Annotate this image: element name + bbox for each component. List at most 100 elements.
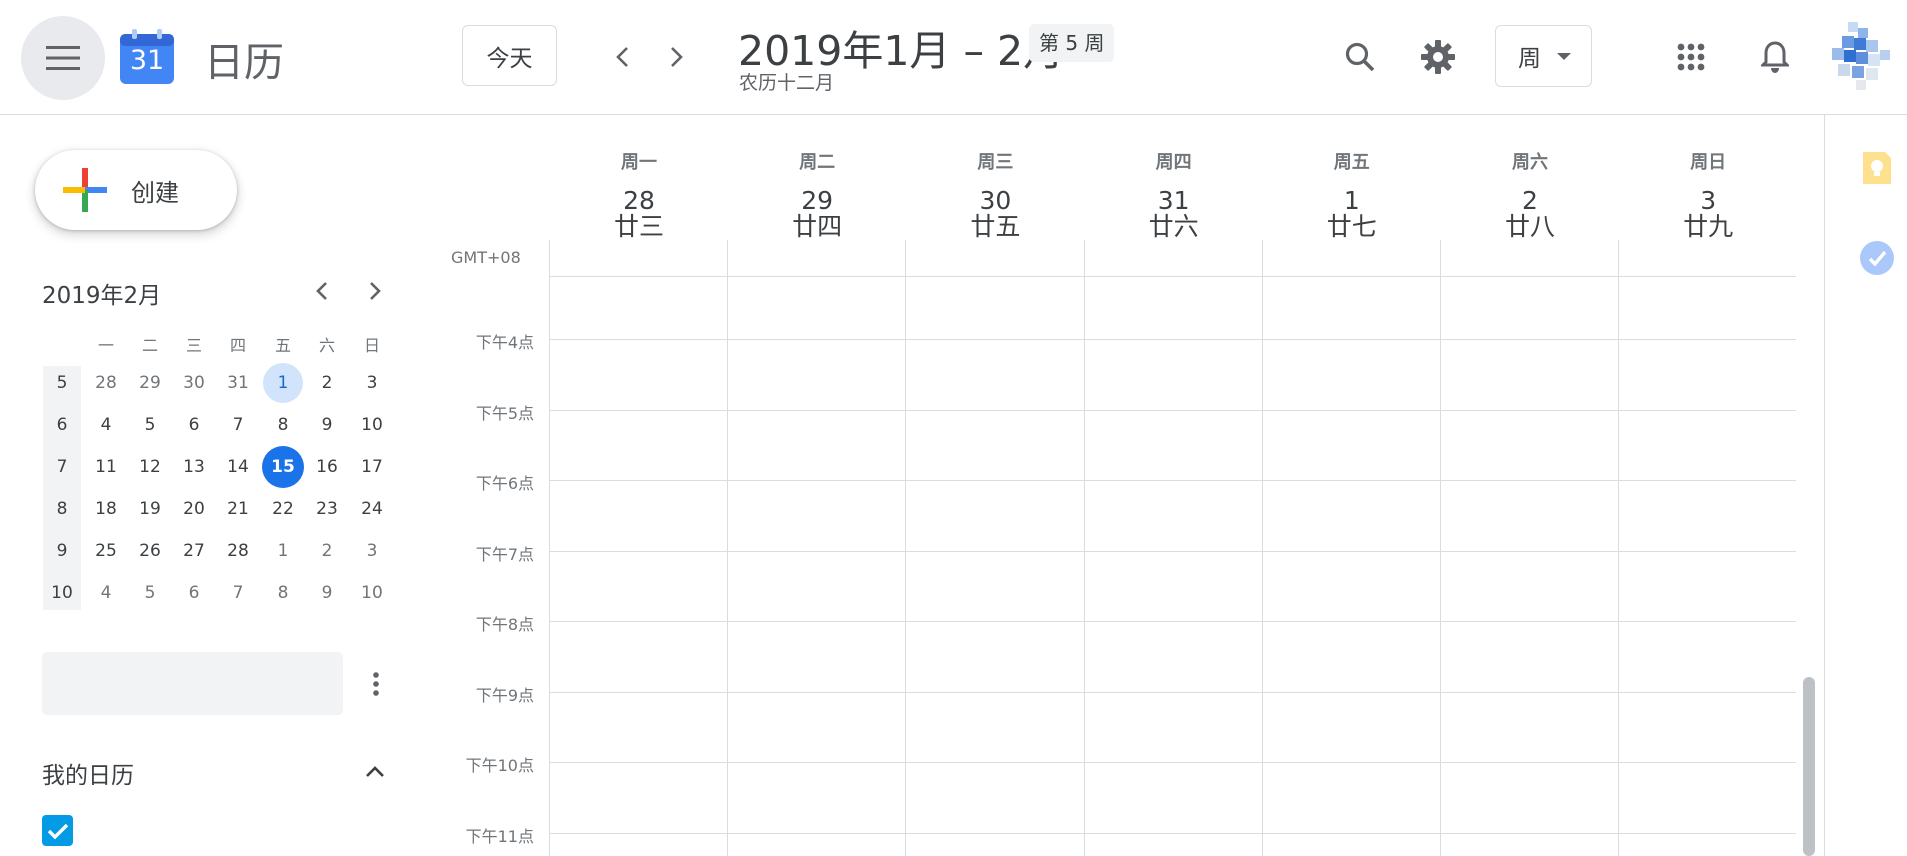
tasks-icon: [1860, 241, 1894, 275]
day-date-number[interactable]: 3: [1619, 188, 1797, 214]
hour-gridline: [549, 276, 1796, 277]
mini-calendar-day[interactable]: 28: [84, 362, 128, 404]
mini-calendar-day[interactable]: 10: [350, 404, 394, 446]
mini-calendar-day[interactable]: 25: [84, 530, 128, 572]
mini-calendar-day[interactable]: 17: [350, 446, 394, 488]
mini-calendar-prev-button[interactable]: [300, 269, 344, 313]
mini-calendar-weekday-label: 四: [229, 336, 246, 355]
next-week-button[interactable]: [649, 29, 705, 85]
hour-label: 下午8点: [475, 615, 534, 634]
mini-calendar-day[interactable]: 4: [84, 572, 128, 614]
calendar-logo[interactable]: 31: [119, 29, 175, 85]
hour-gridline: [549, 762, 1796, 763]
previous-week-button[interactable]: [594, 29, 650, 85]
calendar-logo-day: 31: [129, 45, 165, 76]
mini-calendar-day[interactable]: 27: [172, 530, 216, 572]
mini-calendar-week-number[interactable]: 9: [40, 530, 84, 572]
mini-calendar-day[interactable]: 3: [350, 362, 394, 404]
mini-calendar-day[interactable]: 5: [128, 572, 172, 614]
mini-calendar-week-number[interactable]: 6: [40, 404, 84, 446]
mini-calendar-day[interactable]: 9: [305, 404, 349, 446]
mini-calendar-week-number[interactable]: 10: [40, 572, 84, 614]
mini-calendar-day[interactable]: 2: [305, 530, 349, 572]
mini-calendar-week-number[interactable]: 5: [40, 362, 84, 404]
mini-calendar-day-number: 13: [183, 457, 205, 477]
day-column-header[interactable]: 周一 28 廿三: [550, 148, 728, 240]
notifications-button[interactable]: [1745, 27, 1805, 87]
account-avatar[interactable]: [1828, 20, 1892, 92]
mini-calendar-day[interactable]: 28: [216, 530, 260, 572]
day-date-number[interactable]: 30: [906, 188, 1084, 214]
keep-button[interactable]: [1859, 150, 1895, 190]
day-date-number[interactable]: 29: [728, 188, 906, 214]
week-grid[interactable]: 下午4点 下午5点 下午6点 下午7点 下午8点 下午9点 下午10点 下午11点: [466, 240, 1796, 856]
mini-calendar-day[interactable]: 4: [84, 404, 128, 446]
mini-calendar-week-number[interactable]: 8: [40, 488, 84, 530]
mini-calendar-day[interactable]: 3: [350, 530, 394, 572]
settings-button[interactable]: [1408, 27, 1468, 87]
chevron-right-icon: [671, 47, 683, 67]
mini-calendar-day[interactable]: 8: [261, 404, 305, 446]
mini-calendar-day[interactable]: 6: [172, 572, 216, 614]
mini-calendar-day[interactable]: 20: [172, 488, 216, 530]
mini-calendar-day[interactable]: 9: [305, 572, 349, 614]
hour-gridline: [549, 480, 1796, 481]
day-column-header[interactable]: 周四 31 廿六: [1085, 148, 1263, 240]
mini-calendar-day[interactable]: 11: [84, 446, 128, 488]
day-date-number[interactable]: 1: [1263, 188, 1441, 214]
day-column-header[interactable]: 周六 2 廿八: [1441, 148, 1619, 240]
main-menu-button[interactable]: [21, 16, 105, 100]
hour-gridline: [549, 339, 1796, 340]
mini-calendar-day[interactable]: 6: [172, 404, 216, 446]
mini-calendar-day[interactable]: 24: [350, 488, 394, 530]
day-date-number[interactable]: 28: [550, 188, 728, 214]
search-button[interactable]: [1330, 27, 1390, 87]
google-apps-button[interactable]: [1661, 27, 1721, 87]
calendar-checkbox[interactable]: [42, 815, 73, 846]
mini-calendar-day[interactable]: 14: [216, 446, 260, 488]
mini-calendar-day[interactable]: 26: [128, 530, 172, 572]
day-column-header[interactable]: 周三 30 廿五: [906, 148, 1084, 240]
day-date-number[interactable]: 31: [1085, 188, 1263, 214]
day-lunar-date: 廿九: [1683, 212, 1734, 241]
day-column-header[interactable]: 周二 29 廿四: [728, 148, 906, 240]
mini-calendar-day[interactable]: 23: [305, 488, 349, 530]
mini-calendar-next-button[interactable]: [353, 269, 397, 313]
mini-calendar-day[interactable]: 12: [128, 446, 172, 488]
mini-calendar-day[interactable]: 30: [172, 362, 216, 404]
mini-calendar-day[interactable]: 2: [305, 362, 349, 404]
mini-calendar-day[interactable]: 18: [84, 488, 128, 530]
create-event-button[interactable]: 创建: [35, 150, 237, 230]
grid-scrollbar[interactable]: [1803, 677, 1815, 856]
mini-calendar-day[interactable]: 16: [305, 446, 349, 488]
today-button[interactable]: 今天: [462, 25, 557, 86]
mini-calendar-day[interactable]: 8: [261, 572, 305, 614]
tasks-button[interactable]: [1859, 240, 1895, 280]
mini-calendar-day[interactable]: 1: [261, 530, 305, 572]
my-calendars-collapse-button[interactable]: [355, 752, 395, 792]
mini-calendar-day[interactable]: 13: [172, 446, 216, 488]
mini-calendar-day[interactable]: 15: [261, 446, 305, 488]
mini-calendar-day[interactable]: 5: [128, 404, 172, 446]
more-vert-icon: [373, 672, 379, 696]
view-selector[interactable]: 周: [1495, 25, 1592, 87]
mini-calendar-day-number: 17: [361, 457, 383, 477]
mini-calendar-day[interactable]: 31: [216, 362, 260, 404]
more-options-button[interactable]: [361, 664, 391, 704]
day-column-divider: [905, 240, 906, 856]
mini-calendar-day[interactable]: 7: [216, 572, 260, 614]
chevron-left-icon: [316, 282, 327, 300]
day-of-week-label: 周六: [1512, 152, 1548, 173]
mini-calendar-day[interactable]: 21: [216, 488, 260, 530]
mini-calendar-day[interactable]: 19: [128, 488, 172, 530]
search-people-input[interactable]: [42, 652, 343, 715]
mini-calendar-day[interactable]: 1: [261, 362, 305, 404]
day-column-header[interactable]: 周日 3 廿九: [1619, 148, 1797, 240]
mini-calendar-week-number[interactable]: 7: [40, 446, 84, 488]
day-date-number[interactable]: 2: [1441, 188, 1619, 214]
day-column-header[interactable]: 周五 1 廿七: [1263, 148, 1441, 240]
mini-calendar-day[interactable]: 10: [350, 572, 394, 614]
mini-calendar-day[interactable]: 7: [216, 404, 260, 446]
mini-calendar-day[interactable]: 22: [261, 488, 305, 530]
mini-calendar-day[interactable]: 29: [128, 362, 172, 404]
